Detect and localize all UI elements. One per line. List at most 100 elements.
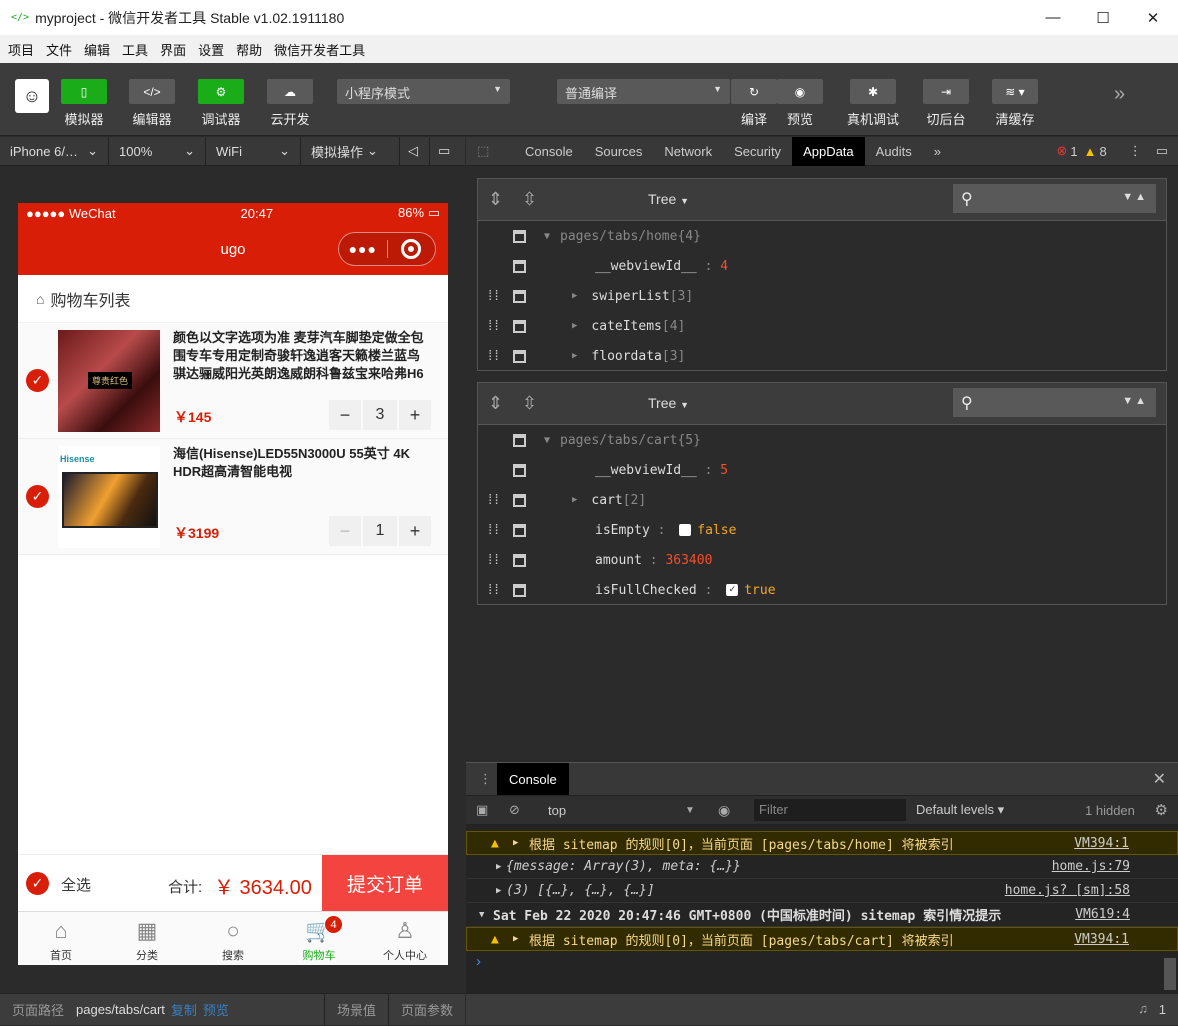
- menu-view[interactable]: 界面: [156, 40, 190, 59]
- console-prompt[interactable]: ›: [466, 951, 1178, 973]
- drag-handle-icon[interactable]: ⁞⁞: [486, 492, 501, 509]
- collapsed-arrow-icon[interactable]: ▶: [572, 495, 577, 505]
- edit-icon[interactable]: [513, 289, 526, 303]
- menu-tools[interactable]: 工具: [118, 40, 152, 59]
- gear-icon[interactable]: ⚙: [1155, 801, 1168, 819]
- sim-ops-select[interactable]: 模拟操作 ⌄: [301, 136, 400, 166]
- source-link[interactable]: VM394:1: [1074, 836, 1129, 851]
- scrollbar[interactable]: [1164, 958, 1176, 990]
- device-select[interactable]: iPhone 6/… ⌄: [0, 136, 109, 166]
- view-mode-select[interactable]: Tree ▼: [648, 191, 689, 207]
- menu-help[interactable]: 帮助: [232, 40, 266, 59]
- drag-handle-icon[interactable]: ⁞⁞: [486, 318, 501, 335]
- minus-button[interactable]: −: [329, 516, 361, 546]
- preview-link[interactable]: 预览: [203, 1000, 229, 1019]
- checkbox-checked-icon[interactable]: ✓: [26, 369, 49, 392]
- edit-icon[interactable]: [513, 319, 526, 333]
- drawer-menu-icon[interactable]: ⋮: [479, 771, 492, 787]
- menu-settings[interactable]: 设置: [194, 40, 228, 59]
- checkbox-checked-icon[interactable]: ✓: [26, 485, 49, 508]
- compile-select[interactable]: 普通编译 ▼: [557, 79, 730, 104]
- expanded-arrow-icon[interactable]: ▼: [544, 435, 550, 446]
- product-image[interactable]: 尊贵红色: [58, 330, 160, 432]
- more-tabs-icon[interactable]: »: [923, 137, 952, 166]
- collapsed-arrow-icon[interactable]: ▶: [496, 886, 501, 896]
- more-icon[interactable]: ●●●: [339, 241, 387, 257]
- edit-icon[interactable]: [513, 463, 526, 477]
- warning-count[interactable]: 8: [1099, 144, 1106, 159]
- edit-icon[interactable]: [513, 229, 526, 243]
- tab-home[interactable]: ⌂ 首页: [18, 912, 104, 965]
- dock-icon[interactable]: ▭: [1156, 143, 1168, 159]
- collapsed-arrow-icon[interactable]: ▶: [572, 351, 577, 361]
- edit-icon[interactable]: [513, 493, 526, 507]
- network-select[interactable]: WiFi ⌄: [206, 136, 301, 166]
- popout-icon[interactable]: ▭: [430, 137, 460, 166]
- drag-handle-icon[interactable]: ⁞⁞: [486, 288, 501, 305]
- checkbox-unchecked[interactable]: [679, 524, 692, 536]
- product-name[interactable]: 颜色以文字选项为准 麦芽汽车脚垫定做全包围专车专用定制奇骏轩逸逍客天籁楼兰蓝鸟骐…: [173, 329, 431, 383]
- expand-all-icon[interactable]: ⇕: [488, 393, 503, 414]
- product-name[interactable]: 海信(Hisense)LED55N3000U 55英寸 4K HDR超高清智能电…: [173, 445, 431, 481]
- clear-cache-button[interactable]: ≋ ▾ 清缓存: [992, 79, 1038, 128]
- sidebar-toggle-icon[interactable]: ▣: [476, 802, 488, 818]
- inspect-icon[interactable]: ⬚: [466, 137, 514, 166]
- background-button[interactable]: ⇥ 切后台: [923, 79, 969, 128]
- menu-devtools[interactable]: 微信开发者工具: [270, 40, 369, 59]
- maximize-button[interactable]: ☐: [1078, 0, 1128, 35]
- collapsed-arrow-icon[interactable]: ▶: [572, 321, 577, 331]
- drag-handle-icon[interactable]: ⁞⁞: [486, 348, 501, 365]
- collapsed-arrow-icon[interactable]: ▶: [496, 862, 501, 872]
- minus-button[interactable]: −: [329, 400, 361, 430]
- expand-all-icon[interactable]: ⇕: [488, 189, 503, 210]
- filter-input[interactable]: Filter: [754, 799, 906, 821]
- simulator-button[interactable]: ▯ 模拟器: [61, 79, 107, 128]
- edit-icon[interactable]: [513, 259, 526, 273]
- copy-link[interactable]: 复制: [171, 1000, 197, 1019]
- volume-icon[interactable]: ◁: [400, 136, 430, 166]
- eye-icon[interactable]: ◉: [718, 802, 730, 819]
- collapse-all-icon[interactable]: ⇳: [522, 393, 537, 414]
- tree-search-input[interactable]: ⚲ ▼▲: [953, 184, 1156, 213]
- avatar[interactable]: ☺: [15, 79, 49, 113]
- tab-appdata[interactable]: AppData: [792, 136, 865, 166]
- zoom-select[interactable]: 100% ⌄: [109, 136, 206, 166]
- notification-count[interactable]: 1: [1159, 1002, 1166, 1017]
- menu-edit[interactable]: 编辑: [80, 40, 114, 59]
- source-link[interactable]: home.js:79: [1052, 859, 1130, 874]
- caret-down-icon[interactable]: ▼: [685, 805, 695, 816]
- plus-button[interactable]: +: [399, 516, 431, 546]
- bell-icon[interactable]: ♫: [1138, 1001, 1148, 1016]
- quantity-value[interactable]: 1: [363, 516, 397, 546]
- checkbox-checked[interactable]: ✓: [726, 584, 739, 596]
- compile-button[interactable]: ↻ 编译: [731, 79, 777, 128]
- tree-search-input[interactable]: ⚲ ▼▲: [953, 388, 1156, 417]
- edit-icon[interactable]: [513, 523, 526, 537]
- collapsed-arrow-icon[interactable]: ▶: [513, 934, 518, 944]
- close-icon[interactable]: ✕: [1153, 769, 1166, 789]
- tab-cart[interactable]: 🛒 4 购物车: [276, 912, 362, 965]
- minimize-button[interactable]: —: [1028, 0, 1078, 35]
- quantity-value[interactable]: 3: [363, 400, 397, 430]
- menu-file[interactable]: 文件: [42, 40, 76, 59]
- expand-icon[interactable]: »: [1114, 83, 1125, 106]
- error-count[interactable]: 1: [1070, 144, 1077, 159]
- tab-network[interactable]: Network: [653, 137, 723, 166]
- edit-icon[interactable]: [513, 433, 526, 447]
- preview-button[interactable]: ◉ 预览: [777, 79, 823, 128]
- context-select[interactable]: top: [548, 803, 566, 818]
- levels-select[interactable]: Default levels ▾: [916, 802, 1004, 818]
- tab-console[interactable]: Console: [514, 137, 584, 166]
- tab-search[interactable]: ○ 搜索: [190, 912, 276, 965]
- edit-icon[interactable]: [513, 583, 526, 597]
- expanded-arrow-icon[interactable]: ▼: [544, 231, 550, 242]
- tab-category[interactable]: ▦ 分类: [104, 912, 190, 965]
- select-all-checkbox[interactable]: ✓: [26, 872, 49, 895]
- source-link[interactable]: home.js? [sm]:58: [1005, 883, 1130, 898]
- editor-button[interactable]: </> 编辑器: [129, 79, 175, 128]
- source-link[interactable]: VM394:1: [1074, 932, 1129, 947]
- tab-profile[interactable]: ♙ 个人中心: [362, 912, 448, 965]
- debugger-button[interactable]: ⚙ 调试器: [198, 79, 244, 128]
- tab-sources[interactable]: Sources: [584, 137, 654, 166]
- plus-button[interactable]: +: [399, 400, 431, 430]
